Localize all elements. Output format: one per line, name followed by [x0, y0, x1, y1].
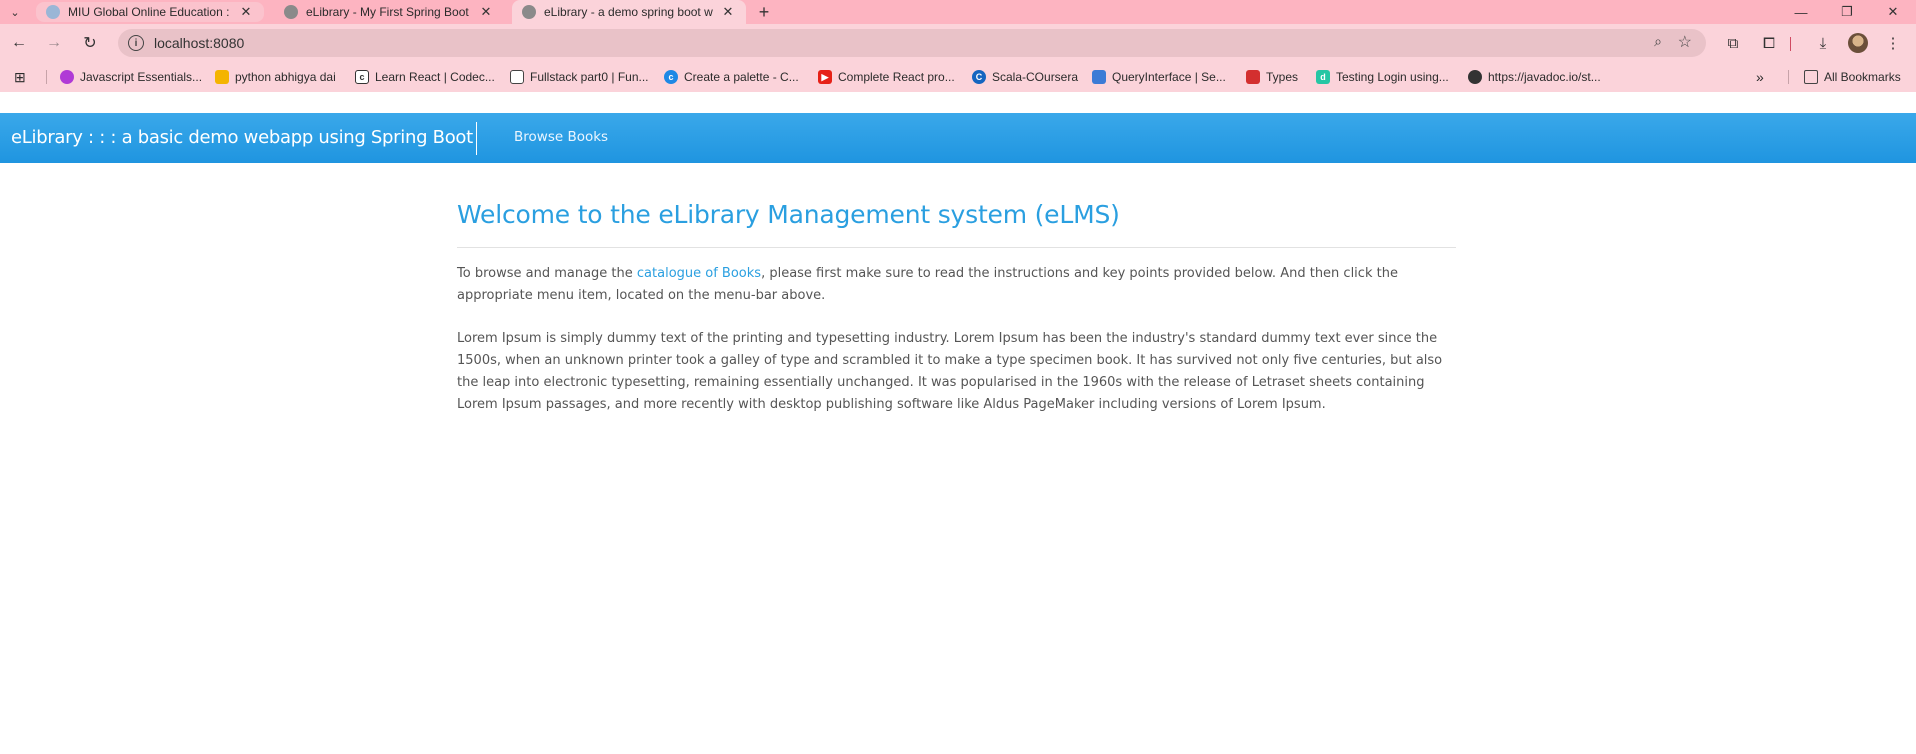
codecademy-icon: c [355, 70, 369, 84]
bookmark-item[interactable]: Javascript Essentials... [60, 69, 202, 85]
bookmark-label: Javascript Essentials... [80, 70, 203, 84]
nav-browse-books[interactable]: Browse Books [514, 129, 608, 145]
testing-icon: d [1316, 70, 1330, 84]
google-drive-icon [215, 70, 229, 84]
coolors-icon: c [664, 70, 678, 84]
tab-elibrary-first[interactable]: eLibrary - My First Spring Boot W ✕ [274, 0, 504, 24]
zoom-icon[interactable]: ⌕ [1654, 33, 1662, 50]
extensions-puzzle-icon[interactable]: ⧠ [1758, 32, 1780, 54]
folder-icon [1804, 70, 1818, 84]
site-info-icon[interactable]: i [128, 35, 144, 51]
tab-title: eLibrary - a demo spring boot w [544, 5, 713, 19]
app-navbar: eLibrary : : : a basic demo webapp using… [0, 113, 1916, 163]
toolbar-divider [1790, 37, 1791, 51]
globe-icon [1468, 70, 1482, 84]
tab-strip: ⌄ MIU Global Online Education : G ✕ eLib… [0, 0, 1916, 24]
close-icon[interactable]: ✕ [238, 4, 254, 20]
close-icon[interactable]: ✕ [478, 4, 494, 20]
back-button[interactable]: ← [8, 32, 30, 54]
reload-icon: ↻ [83, 35, 97, 52]
bookmark-item[interactable]: https://javadoc.io/st... [1468, 69, 1601, 85]
types-icon [1246, 70, 1260, 84]
fullstack-icon [510, 70, 524, 84]
lorem-paragraph: Lorem Ipsum is simply dummy text of the … [457, 331, 1443, 412]
bookmark-label: https://javadoc.io/st... [1488, 70, 1601, 84]
bookmark-star-icon[interactable]: ☆ [1678, 32, 1692, 52]
bookmark-item[interactable]: C Scala-COursera [972, 69, 1078, 85]
menu-kebab-icon[interactable]: ⋮ [1882, 32, 1904, 54]
apps-grid-icon[interactable]: ⊞ [14, 69, 26, 85]
arrow-left-icon: ← [11, 34, 27, 51]
bookmark-label: Complete React pro... [838, 70, 955, 84]
address-bar[interactable]: i localhost:8080 ⌕ ☆ [118, 29, 1706, 57]
title-divider [457, 247, 1456, 248]
url-text: localhost:8080 [154, 35, 245, 51]
bookmark-label: QueryInterface | Se... [1112, 70, 1226, 84]
bookmark-label: Fullstack part0 | Fun... [530, 70, 649, 84]
bookmarks-divider [46, 70, 47, 84]
globe-icon [284, 5, 298, 19]
main-content: Welcome to the eLibrary Management syste… [457, 195, 1456, 416]
bookmark-item[interactable]: c Create a palette - C... [664, 69, 799, 85]
new-tab-button[interactable]: + [752, 2, 776, 22]
bookmark-label: Create a palette - C... [684, 70, 799, 84]
forward-button[interactable]: → [43, 32, 65, 54]
globe-icon [522, 5, 536, 19]
tab-elibrary-demo[interactable]: eLibrary - a demo spring boot w ✕ [512, 0, 746, 24]
tab-title: eLibrary - My First Spring Boot W [306, 5, 472, 19]
bookmark-label: Testing Login using... [1336, 70, 1449, 84]
miu-favicon-icon [46, 5, 60, 19]
tab-miu[interactable]: MIU Global Online Education : G ✕ [36, 2, 264, 22]
profile-avatar[interactable] [1847, 32, 1869, 54]
tab-title: MIU Global Online Education : G [68, 5, 232, 19]
bookmark-item[interactable]: d Testing Login using... [1316, 69, 1449, 85]
chevron-down-icon: ⌄ [10, 6, 20, 19]
restore-button[interactable]: ❐ [1824, 0, 1870, 24]
navbar-divider [476, 122, 477, 155]
avatar [1848, 33, 1868, 53]
youtube-icon: ▶ [818, 70, 832, 84]
bookmark-item[interactable]: python abhigya dai [215, 69, 336, 85]
all-bookmarks-label: All Bookmarks [1824, 70, 1901, 84]
bookmarks-bar: ⊞ Javascript Essentials... python abhigy… [0, 62, 1916, 92]
extension-icon[interactable]: ⧉ [1722, 32, 1744, 54]
more-bookmarks-chevron-icon[interactable]: » [1756, 69, 1764, 85]
page-title: Welcome to the eLibrary Management syste… [457, 200, 1120, 229]
arrow-right-icon: → [46, 34, 62, 51]
catalogue-link[interactable]: catalogue of Books [637, 266, 761, 281]
bookmark-label: Learn React | Codec... [375, 70, 495, 84]
browser-toolbar: ← → ↻ i localhost:8080 ⌕ ☆ ⧉ ⧠ ⤓ ⋮ [0, 24, 1916, 62]
bookmark-item[interactable]: c Learn React | Codec... [355, 69, 495, 85]
brand-link[interactable]: eLibrary : : : a basic demo webapp using… [11, 127, 473, 148]
coursera-icon: C [972, 70, 986, 84]
intro-paragraph: To browse and manage the catalogue of Bo… [457, 263, 1456, 307]
bookmark-label: python abhigya dai [235, 70, 336, 84]
all-bookmarks-button[interactable]: All Bookmarks [1804, 69, 1901, 85]
download-icon[interactable]: ⤓ [1812, 32, 1834, 54]
bookmark-item[interactable]: QueryInterface | Se... [1092, 69, 1226, 85]
bookmark-item[interactable]: ▶ Complete React pro... [818, 69, 955, 85]
bookmarks-divider [1788, 70, 1789, 84]
tab-search-button[interactable]: ⌄ [4, 2, 26, 22]
reload-button[interactable]: ↻ [79, 32, 101, 54]
window-close-button[interactable]: ✕ [1870, 0, 1916, 24]
minimize-button[interactable]: — [1778, 0, 1824, 24]
cube-icon [1092, 70, 1106, 84]
bookmark-favicon-icon [60, 70, 74, 84]
close-icon[interactable]: ✕ [720, 4, 736, 20]
intro-text: To browse and manage the [457, 266, 637, 281]
bookmark-label: Scala-COursera [992, 70, 1079, 84]
bookmark-item[interactable]: Types [1246, 69, 1298, 85]
bookmark-label: Types [1266, 70, 1299, 84]
bookmark-item[interactable]: Fullstack part0 | Fun... [510, 69, 649, 85]
